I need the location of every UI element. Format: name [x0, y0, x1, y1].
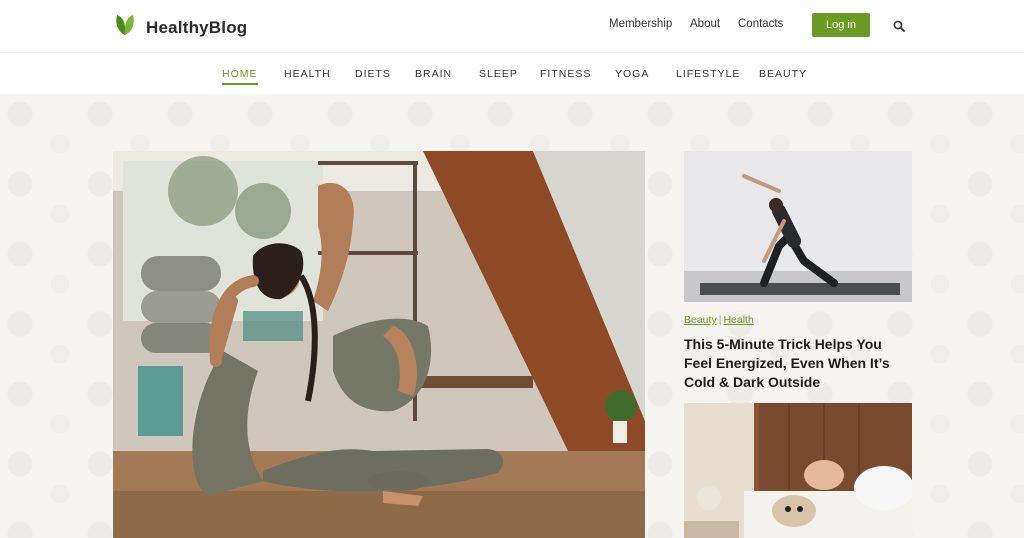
nav-item-fitness[interactable]: FITNESS — [540, 68, 591, 80]
search-icon[interactable] — [893, 19, 905, 32]
nav-item-lifestyle[interactable]: LIFESTYLE — [676, 68, 740, 80]
tag-separator: | — [718, 314, 722, 326]
contacts-link[interactable]: Contacts — [738, 18, 783, 30]
article-tags: Beauty | Health — [684, 314, 754, 326]
tag-beauty[interactable]: Beauty — [684, 314, 717, 326]
membership-link[interactable]: Membership — [609, 18, 672, 30]
tag-health[interactable]: Health — [723, 314, 753, 326]
hero-image[interactable] — [113, 151, 645, 538]
nav-item-diets[interactable]: DIETS — [355, 68, 391, 80]
nav-item-home[interactable]: HOME — [222, 68, 258, 85]
main-nav: HOME HEALTH DIETS BRAIN SLEEP FITNESS YO… — [0, 52, 1024, 94]
about-link[interactable]: About — [690, 18, 720, 30]
site-header: HealthyBlog Membership About Contacts Lo… — [0, 0, 1024, 52]
nav-item-yoga[interactable]: YOGA — [615, 68, 649, 80]
top-links: Membership About Contacts — [0, 18, 1024, 34]
login-button[interactable]: Log in — [812, 13, 870, 37]
article-image[interactable] — [684, 151, 912, 302]
nav-item-sleep[interactable]: SLEEP — [479, 68, 518, 80]
nav-item-health[interactable]: HEALTH — [284, 68, 331, 80]
nav-item-brain[interactable]: BRAIN — [415, 68, 452, 80]
article-title[interactable]: This 5-Minute Trick Helps You Feel Energ… — [684, 335, 912, 392]
nav-item-beauty[interactable]: BEAUTY — [759, 68, 807, 80]
article-image-sleep[interactable] — [684, 403, 912, 538]
